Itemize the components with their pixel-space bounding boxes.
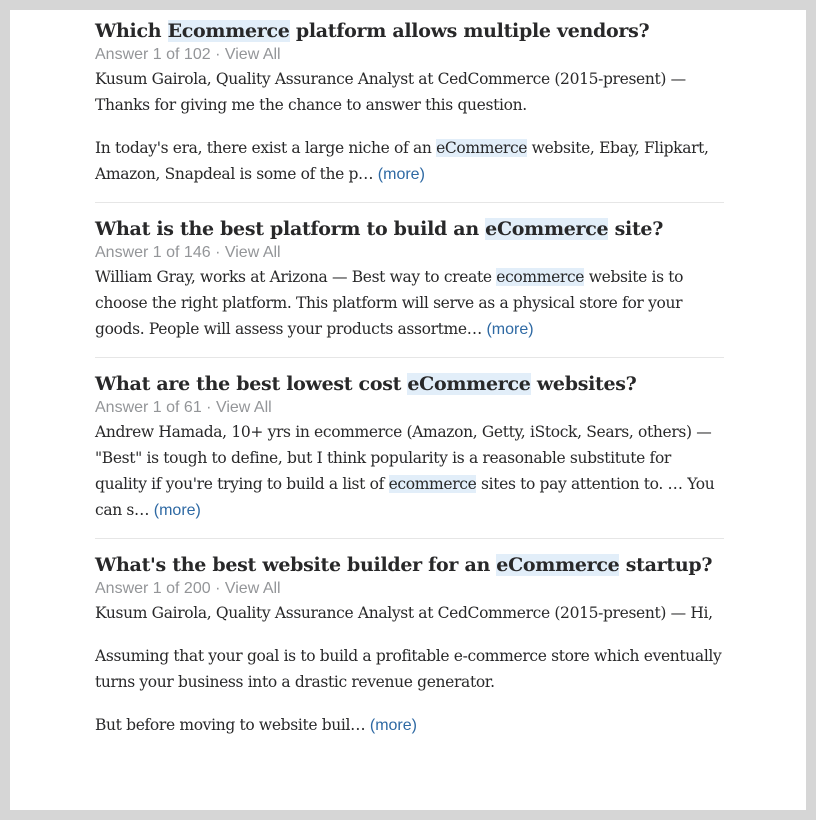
answer-count: Answer 1 of 102 (95, 46, 216, 63)
result-item: What's the best website builder for an e… (95, 539, 724, 753)
read-more-link[interactable]: (more) (154, 502, 201, 519)
answer-paragraph: Assuming that your goal is to build a pr… (95, 643, 724, 695)
text-segment: What are the best lowest cost (95, 373, 408, 395)
text-segment: Assuming that your goal is to build a pr… (95, 647, 722, 691)
text-segment: Kusum Gairola, Quality Assurance Analyst… (95, 604, 713, 622)
answer-snippet: Kusum Gairola, Quality Assurance Analyst… (95, 66, 724, 188)
view-all-link[interactable]: View All (216, 399, 272, 416)
view-all-link[interactable]: View All (225, 580, 281, 597)
answer-meta: Answer 1 of 102 · View All (95, 45, 724, 65)
highlighted-term: eCommerce (496, 554, 620, 576)
result-item: What is the best platform to build an eC… (95, 203, 724, 358)
result-item: Which Ecommerce platform allows multiple… (95, 17, 724, 203)
answer-paragraph: Andrew Hamada, 10+ yrs in ecommerce (Ama… (95, 419, 724, 524)
question-title-link[interactable]: What are the best lowest cost eCommerce … (95, 370, 724, 398)
search-results-list: Which Ecommerce platform allows multiple… (95, 17, 724, 753)
read-more-link[interactable]: (more) (370, 717, 417, 734)
text-segment: websites? (530, 373, 637, 395)
answer-snippet: William Gray, works at Arizona — Best wa… (95, 264, 724, 343)
view-all-link[interactable]: View All (225, 244, 281, 261)
highlighted-term: eCommerce (485, 218, 609, 240)
view-all-link[interactable]: View All (225, 46, 281, 63)
highlighted-term: ecommerce (388, 475, 477, 493)
highlighted-term: eCommerce (436, 139, 528, 157)
answer-paragraph: But before moving to website buil… (more… (95, 712, 724, 739)
answer-snippet: Andrew Hamada, 10+ yrs in ecommerce (Ama… (95, 419, 724, 524)
meta-separator: · (215, 580, 225, 597)
answer-count: Answer 1 of 146 (95, 244, 216, 261)
question-title-link[interactable]: What is the best platform to build an eC… (95, 215, 724, 243)
highlighted-term: eCommerce (407, 373, 531, 395)
search-results-panel: Which Ecommerce platform allows multiple… (10, 10, 806, 810)
answer-count: Answer 1 of 200 (95, 580, 216, 597)
result-item: What are the best lowest cost eCommerce … (95, 358, 724, 539)
answer-paragraph: William Gray, works at Arizona — Best wa… (95, 264, 724, 343)
question-title-link[interactable]: What's the best website builder for an e… (95, 551, 724, 579)
text-segment: Kusum Gairola, Quality Assurance Analyst… (95, 70, 686, 114)
text-segment: In today's era, there exist a large nich… (95, 139, 437, 157)
answer-meta: Answer 1 of 146 · View All (95, 243, 724, 263)
answer-paragraph: Kusum Gairola, Quality Assurance Analyst… (95, 600, 724, 626)
answer-count: Answer 1 of 61 (95, 399, 207, 416)
answer-meta: Answer 1 of 61 · View All (95, 398, 724, 418)
highlighted-term: Ecommerce (167, 20, 290, 42)
text-segment: Which (95, 20, 168, 42)
text-segment: What is the best platform to build an (95, 218, 486, 240)
answer-snippet: Kusum Gairola, Quality Assurance Analyst… (95, 600, 724, 739)
text-segment: platform allows multiple vendors? (289, 20, 650, 42)
answer-paragraph: Kusum Gairola, Quality Assurance Analyst… (95, 66, 724, 118)
text-segment: What's the best website builder for an (95, 554, 497, 576)
text-segment: site? (608, 218, 664, 240)
read-more-link[interactable]: (more) (486, 321, 533, 338)
meta-separator: · (215, 46, 225, 63)
text-segment: startup? (619, 554, 713, 576)
question-title-link[interactable]: Which Ecommerce platform allows multiple… (95, 17, 724, 45)
meta-separator: · (215, 244, 225, 261)
text-segment: William Gray, works at Arizona — Best wa… (95, 268, 497, 286)
meta-separator: · (206, 399, 216, 416)
text-segment: But before moving to website buil… (95, 716, 370, 734)
answer-meta: Answer 1 of 200 · View All (95, 579, 724, 599)
highlighted-term: ecommerce (496, 268, 585, 286)
read-more-link[interactable]: (more) (378, 166, 425, 183)
answer-paragraph: In today's era, there exist a large nich… (95, 135, 724, 188)
